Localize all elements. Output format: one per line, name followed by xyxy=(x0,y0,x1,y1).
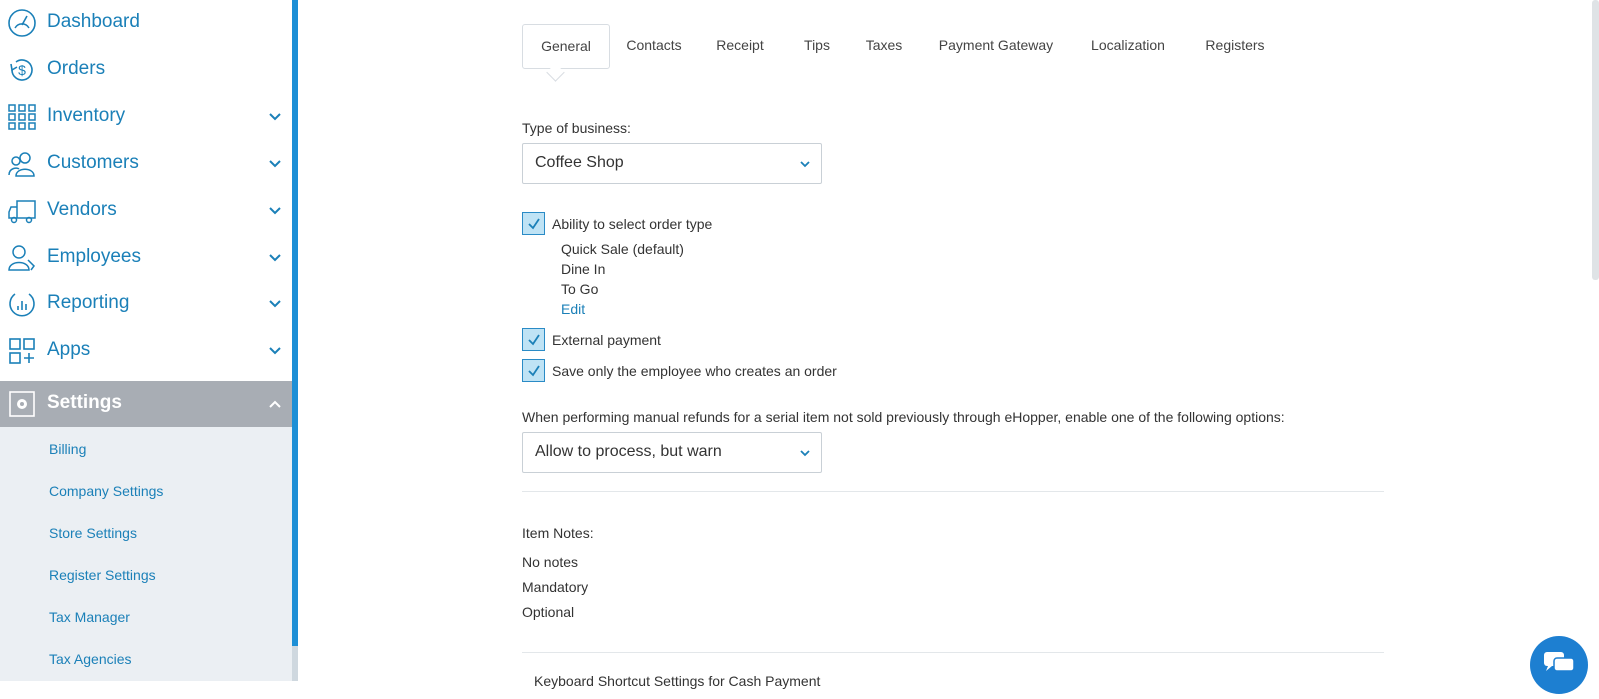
apps-icon xyxy=(6,335,38,367)
sidebar-item-label: Inventory xyxy=(47,105,126,126)
sidebar-item-settings[interactable]: Settings xyxy=(0,381,292,427)
checkmark-icon xyxy=(527,218,540,229)
chevron-down-icon xyxy=(269,160,281,168)
order-type-option: Quick Sale (default) xyxy=(561,241,684,257)
tab-receipt[interactable]: Receipt xyxy=(705,24,775,67)
item-notes-label: Item Notes: xyxy=(522,525,594,541)
submenu-item-tax-manager[interactable]: Tax Manager xyxy=(49,609,130,625)
business-type-select[interactable]: Coffee Shop xyxy=(522,143,822,184)
sidebar-item-label: Vendors xyxy=(47,199,117,220)
chevron-down-icon xyxy=(800,161,810,168)
sidebar-item-inventory[interactable]: Inventory xyxy=(0,94,292,140)
speedometer-icon xyxy=(6,7,38,39)
submenu-item-tax-agencies[interactable]: Tax Agencies xyxy=(49,651,132,667)
users-icon xyxy=(6,148,38,180)
truck-icon xyxy=(6,195,38,227)
order-type-label: Ability to select order type xyxy=(552,216,713,232)
tab-general[interactable]: General xyxy=(522,24,610,69)
sidebar-item-label: Reporting xyxy=(47,292,130,313)
chat-button[interactable] xyxy=(1530,636,1588,694)
external-payment-checkbox[interactable] xyxy=(522,328,545,351)
external-payment-label: External payment xyxy=(552,332,661,348)
section-divider xyxy=(522,652,1384,653)
item-notes-option[interactable]: No notes xyxy=(522,554,578,570)
submenu-item-store-settings[interactable]: Store Settings xyxy=(49,525,137,541)
tab-registers[interactable]: Registers xyxy=(1201,24,1269,67)
save-employee-label: Save only the employee who creates an or… xyxy=(552,363,837,379)
sidebar-item-vendors[interactable]: Vendors xyxy=(0,188,292,234)
sidebar-item-orders[interactable]: $ Orders xyxy=(0,47,292,93)
tab-taxes[interactable]: Taxes xyxy=(859,24,909,67)
item-notes-option[interactable]: Mandatory xyxy=(522,579,588,595)
item-notes-option[interactable]: Optional xyxy=(522,604,574,620)
chevron-down-icon xyxy=(269,207,281,215)
sidebar-item-label: Customers xyxy=(47,152,139,173)
sidebar-item-label: Apps xyxy=(47,339,91,360)
employee-icon xyxy=(6,242,38,274)
order-type-option: Dine In xyxy=(561,261,606,277)
sidebar-item-customers[interactable]: Customers xyxy=(0,141,292,187)
business-type-value: Coffee Shop xyxy=(535,154,624,171)
sidebar-item-label: Employees xyxy=(47,246,141,267)
main-content: General Contacts Receipt Tips Taxes Paym… xyxy=(298,0,1599,689)
chevron-down-icon xyxy=(800,450,810,457)
sidebar-item-reporting[interactable]: Reporting xyxy=(0,281,292,327)
checkmark-icon xyxy=(527,334,540,345)
chevron-up-icon xyxy=(269,400,281,408)
main-scrollbar[interactable] xyxy=(1592,0,1599,280)
sidebar-item-label: Settings xyxy=(47,392,122,413)
chat-icon xyxy=(1544,652,1575,672)
tab-payment-gateway[interactable]: Payment Gateway xyxy=(936,24,1056,67)
tab-localization[interactable]: Localization xyxy=(1088,24,1168,67)
chart-icon xyxy=(6,288,38,320)
submenu-item-register-settings[interactable]: Register Settings xyxy=(49,567,156,583)
chevron-down-icon xyxy=(269,113,281,121)
refund-option-value: Allow to process, but warn xyxy=(535,443,722,460)
gear-icon xyxy=(6,388,38,420)
tab-contacts[interactable]: Contacts xyxy=(614,24,694,67)
sidebar: Dashboard $ Orders Inventory Customers V… xyxy=(0,0,292,681)
section-divider xyxy=(522,491,1384,492)
grid-icon xyxy=(6,101,38,133)
chevron-down-icon xyxy=(269,300,281,308)
sidebar-item-label: Dashboard xyxy=(47,11,140,32)
dollar-refresh-icon: $ xyxy=(6,54,38,86)
business-type-label: Type of business: xyxy=(522,120,631,136)
refund-option-select[interactable]: Allow to process, but warn xyxy=(522,432,822,473)
settings-submenu: Billing Company Settings Store Settings … xyxy=(0,427,292,681)
submenu-item-company-settings[interactable]: Company Settings xyxy=(49,483,163,499)
chevron-down-icon xyxy=(269,347,281,355)
sidebar-item-dashboard[interactable]: Dashboard xyxy=(0,0,292,46)
sidebar-item-apps[interactable]: Apps xyxy=(0,328,292,374)
svg-text:$: $ xyxy=(18,62,26,78)
keyboard-shortcut-section-title: Keyboard Shortcut Settings for Cash Paym… xyxy=(534,673,821,689)
tab-tips[interactable]: Tips xyxy=(797,24,837,67)
order-type-checkbox[interactable] xyxy=(522,212,545,235)
checkmark-icon xyxy=(527,365,540,376)
submenu-item-billing[interactable]: Billing xyxy=(49,441,86,457)
chevron-down-icon xyxy=(269,254,281,262)
refund-option-label: When performing manual refunds for a ser… xyxy=(522,409,1285,425)
order-type-option: To Go xyxy=(561,281,599,297)
save-employee-checkbox[interactable] xyxy=(522,359,545,382)
sidebar-item-label: Orders xyxy=(47,58,106,79)
edit-order-types-link[interactable]: Edit xyxy=(561,301,585,317)
sidebar-item-employees[interactable]: Employees xyxy=(0,235,292,281)
